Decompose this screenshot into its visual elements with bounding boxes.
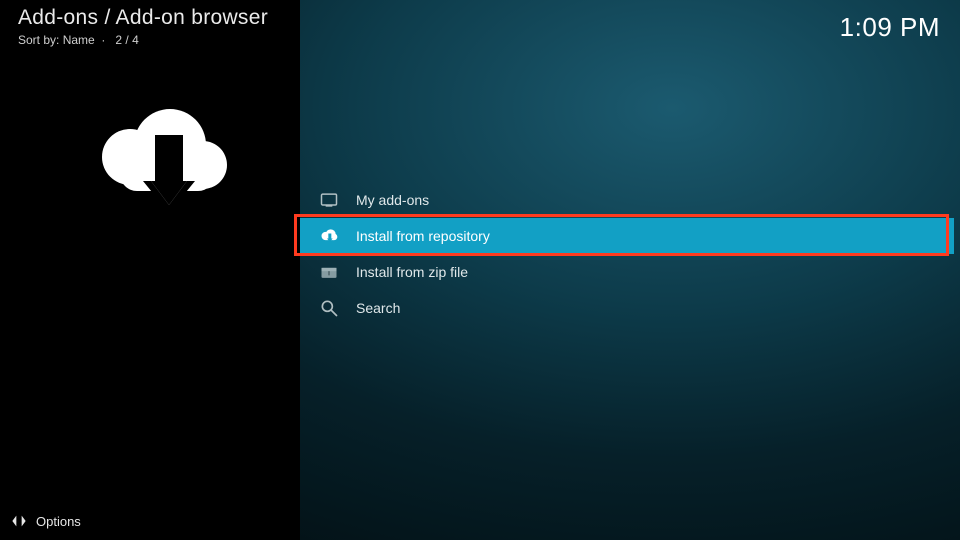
sort-value: Name xyxy=(63,33,95,47)
options-icon xyxy=(10,512,28,530)
footer-options-label: Options xyxy=(36,514,81,529)
sort-label: Sort by: xyxy=(18,33,59,47)
menu-list: My add-ons Install from repository xyxy=(300,182,954,326)
menu-item-search[interactable]: Search xyxy=(300,290,954,326)
footer-options[interactable]: Options xyxy=(10,512,81,530)
menu-item-label: My add-ons xyxy=(356,192,429,208)
screen: Add-ons / Add-on browser Sort by: Name ·… xyxy=(0,0,960,540)
search-icon xyxy=(318,297,340,319)
addons-icon xyxy=(318,189,340,211)
cloud-download-icon xyxy=(318,225,340,247)
menu-item-label: Install from repository xyxy=(356,228,490,244)
menu-item-label: Search xyxy=(356,300,400,316)
breadcrumb: Add-ons / Add-on browser xyxy=(18,6,268,30)
menu-item-install-from-repository[interactable]: Install from repository xyxy=(300,218,954,254)
zip-icon xyxy=(318,261,340,283)
menu-item-label: Install from zip file xyxy=(356,264,468,280)
menu-item-my-addons[interactable]: My add-ons xyxy=(300,182,954,218)
list-position: 2 / 4 xyxy=(115,33,138,47)
cloud-download-large-icon xyxy=(75,95,235,235)
sidebar: Add-ons / Add-on browser Sort by: Name ·… xyxy=(0,0,300,540)
clock: 1:09 PM xyxy=(840,12,940,43)
sort-line: Sort by: Name · 2 / 4 xyxy=(18,33,139,47)
sort-separator: · xyxy=(98,33,112,47)
menu-item-install-from-zip[interactable]: Install from zip file xyxy=(300,254,954,290)
